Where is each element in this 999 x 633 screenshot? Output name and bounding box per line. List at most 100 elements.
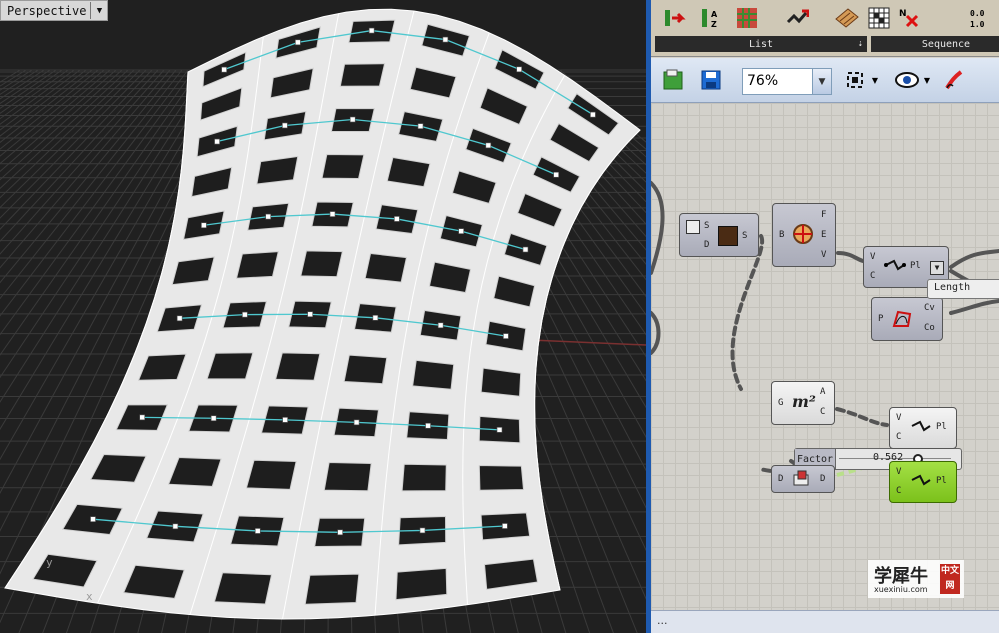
- deconstruct-brep-component[interactable]: B F E V: [772, 203, 836, 267]
- area-output-c[interactable]: C: [820, 407, 825, 417]
- sort-list-component[interactable]: S D S: [679, 213, 759, 257]
- viewport-menu-chevron-icon[interactable]: ▼: [90, 2, 107, 19]
- polyline-icon: [911, 474, 931, 486]
- control-point: [425, 422, 431, 429]
- list-item-icon[interactable]: [661, 4, 689, 32]
- polyline-icon: [884, 259, 906, 271]
- zoom-extents-icon[interactable]: [841, 66, 869, 94]
- polyline2-input-v[interactable]: V: [896, 413, 901, 423]
- deconstruct-output-v[interactable]: V: [821, 250, 826, 260]
- controlpolygon-input-p[interactable]: P: [878, 314, 883, 324]
- tab-sequence[interactable]: Sequence: [871, 36, 999, 52]
- sub-list-icon[interactable]: [733, 4, 761, 32]
- viewport-label-tab[interactable]: Perspective ▼: [0, 0, 109, 21]
- dispatch-input-d[interactable]: D: [778, 474, 783, 484]
- polyline1-input-c[interactable]: C: [870, 271, 875, 281]
- watermark-url: xuexiniu.com: [874, 585, 928, 594]
- shift-list-icon[interactable]: [783, 4, 811, 32]
- preview-eye-icon[interactable]: [893, 66, 921, 94]
- control-point: [214, 138, 220, 145]
- grasshopper-window: AZ N 0.0 1.0 List ⇣ Sequence 76% ▼ ▼ ▼ S…: [646, 0, 999, 633]
- deconstruct-output-f[interactable]: F: [821, 210, 826, 220]
- sort-icon: [718, 226, 738, 246]
- deconstruct-output-e[interactable]: E: [821, 230, 826, 240]
- polyline1-input-v[interactable]: V: [870, 252, 875, 262]
- control-point: [282, 122, 288, 129]
- dispatch-component[interactable]: D D: [771, 465, 835, 493]
- polyline3-output-pl[interactable]: Pl: [936, 476, 947, 486]
- chevron-down-icon[interactable]: ▼: [812, 69, 831, 94]
- svg-text:A: A: [711, 10, 718, 19]
- lattice-cell: [478, 465, 525, 491]
- expand-icon[interactable]: ⇣: [858, 39, 863, 49]
- status-bar: ...: [651, 610, 999, 633]
- grid-line: [0, 69, 27, 87]
- sketch-pen-icon[interactable]: [941, 66, 969, 94]
- viewport-name: Perspective: [7, 3, 87, 18]
- zoom-extents-chevron-icon[interactable]: ▼: [869, 66, 881, 94]
- cull-nulls-icon[interactable]: N: [895, 4, 923, 32]
- control-point: [307, 311, 313, 318]
- tab-list[interactable]: List ⇣: [655, 36, 867, 52]
- sort-output-s[interactable]: S: [742, 231, 747, 241]
- sort-input-d[interactable]: D: [704, 240, 709, 250]
- deconstruct-input-b[interactable]: B: [779, 230, 784, 240]
- polyline3-input-c[interactable]: C: [896, 486, 901, 496]
- control-point: [417, 123, 424, 129]
- weave-icon[interactable]: [833, 4, 861, 32]
- lattice-cell: [300, 250, 343, 278]
- control-polygon-component[interactable]: P Cv Co: [871, 297, 943, 341]
- polyline2-output-pl[interactable]: Pl: [936, 422, 947, 432]
- control-point: [210, 415, 217, 422]
- controlpolygon-output-cv[interactable]: Cv: [924, 303, 935, 313]
- control-point: [221, 66, 227, 73]
- lattice-cell: [480, 367, 522, 397]
- polyline3-input-v[interactable]: V: [896, 467, 901, 477]
- dispatch-output-d[interactable]: D: [820, 474, 825, 484]
- viewport-canvas[interactable]: [0, 0, 646, 633]
- preview-chevron-icon[interactable]: ▼: [921, 66, 933, 94]
- control-point: [349, 116, 356, 123]
- open-file-icon[interactable]: [659, 66, 687, 94]
- controlpolygon-output-co[interactable]: Co: [924, 323, 935, 333]
- grid-line: [0, 69, 33, 91]
- output-arrow-icon[interactable]: ▼: [930, 261, 944, 275]
- control-point: [201, 222, 207, 229]
- area-input-g[interactable]: G: [778, 398, 783, 408]
- polyline2-input-c[interactable]: C: [896, 432, 901, 442]
- control-point: [394, 216, 400, 222]
- lattice-cell: [206, 352, 254, 380]
- area-output-a[interactable]: A: [820, 387, 825, 397]
- polyline1-output-pl[interactable]: Pl: [910, 261, 921, 271]
- lattice-cell: [304, 573, 360, 605]
- control-point: [553, 171, 559, 178]
- zoom-value: 76%: [747, 73, 779, 89]
- control-point: [353, 419, 360, 426]
- rhino-perspective-viewport[interactable]: Perspective ▼ y x: [0, 0, 646, 633]
- zoom-select[interactable]: 76% ▼: [742, 68, 832, 95]
- control-point: [442, 36, 449, 43]
- sort-input-s[interactable]: S: [704, 221, 709, 231]
- lattice-cell: [274, 352, 321, 381]
- control-point: [503, 333, 509, 339]
- length-dropdown[interactable]: Length: [927, 279, 999, 299]
- grasshopper-canvas[interactable]: S D S B F E V V C Pl ▼ P Cv Co Factor 0.…: [651, 103, 999, 611]
- sort-list-icon[interactable]: AZ: [697, 4, 725, 32]
- xuexiniu-watermark: 学犀牛 xuexiniu.com 中文网: [868, 560, 964, 598]
- polyline-component-2[interactable]: V C Pl: [889, 407, 957, 449]
- series-icon[interactable]: 0.0 1.0: [966, 4, 994, 32]
- lattice-cell: [122, 564, 185, 599]
- lattice-cell: [235, 251, 279, 279]
- save-file-icon[interactable]: [697, 66, 725, 94]
- control-point: [372, 314, 379, 321]
- svg-text:0.0: 0.0: [970, 9, 985, 18]
- lattice-cell: [213, 572, 273, 605]
- polyline-component-3[interactable]: V C Pl: [889, 461, 957, 503]
- lattice-cell: [339, 63, 386, 87]
- random-icon[interactable]: [865, 4, 893, 32]
- tab-list-label: List: [748, 38, 774, 50]
- control-point: [172, 523, 179, 530]
- area-component[interactable]: G m² A C: [771, 381, 835, 425]
- control-point: [254, 528, 261, 534]
- control-point: [139, 414, 146, 421]
